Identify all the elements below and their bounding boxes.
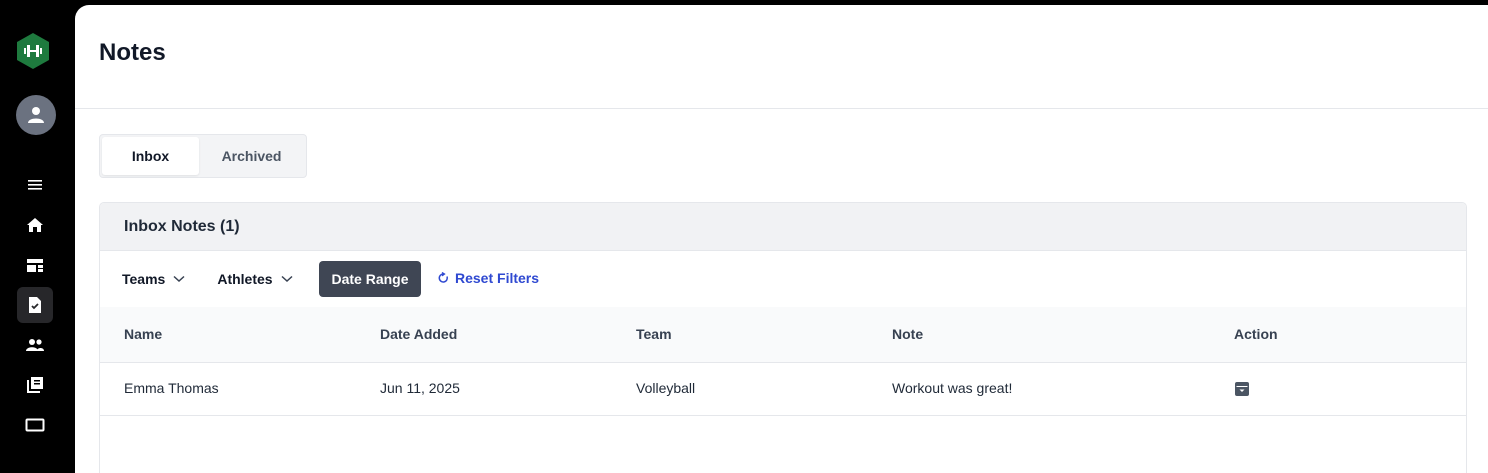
tab-archived[interactable]: Archived [199, 137, 304, 175]
card-title: Inbox Notes (1) [100, 203, 1466, 251]
sidebar-item-home[interactable] [17, 207, 53, 243]
app-logo[interactable] [16, 33, 50, 69]
sidebar-item-notes[interactable] [17, 287, 53, 323]
chevron-down-icon [173, 275, 185, 283]
filter-bar: Teams Athletes Date Range Reset Filters [100, 251, 1466, 307]
home-icon [27, 218, 43, 232]
notes-icon [29, 297, 41, 313]
athletes-filter-dropdown[interactable]: Athletes [217, 271, 293, 287]
sidebar-item-library[interactable] [17, 367, 53, 403]
person-icon [28, 107, 44, 123]
inbox-notes-card: Inbox Notes (1) Teams Athletes Date Rang… [99, 202, 1467, 473]
chevron-down-icon [281, 275, 293, 283]
sidebar-item-menu[interactable] [17, 167, 53, 203]
column-header-action: Action [1234, 326, 1278, 342]
column-header-name[interactable]: Name [124, 326, 162, 342]
tablet-icon [25, 418, 45, 432]
user-avatar[interactable] [16, 95, 56, 135]
table-row[interactable]: Emma Thomas Jun 11, 2025 Volleyball Work… [100, 363, 1466, 416]
menu-icon [28, 180, 42, 190]
sidebar-item-dashboard[interactable] [17, 247, 53, 283]
reset-filters-link[interactable]: Reset Filters [438, 270, 539, 286]
cell-note: Workout was great! [892, 380, 1013, 396]
people-icon [26, 339, 44, 351]
tab-inbox[interactable]: Inbox [102, 137, 200, 175]
date-range-button[interactable]: Date Range [319, 261, 421, 297]
sidebar [0, 0, 75, 473]
teams-filter-dropdown[interactable]: Teams [122, 271, 185, 287]
archive-button[interactable] [1234, 381, 1250, 397]
cell-name: Emma Thomas [124, 380, 219, 396]
refresh-icon [438, 272, 449, 283]
column-header-date-added[interactable]: Date Added [380, 326, 457, 342]
column-header-note[interactable]: Note [892, 326, 923, 342]
page-title: Notes [99, 39, 166, 66]
tab-group: Inbox Archived [99, 134, 307, 178]
table-header: Name Date Added Team Note Action [100, 307, 1466, 363]
athletes-filter-label: Athletes [217, 271, 273, 287]
sidebar-item-tablet[interactable] [17, 407, 53, 443]
library-icon [27, 377, 43, 393]
cell-date-added: Jun 11, 2025 [380, 380, 460, 396]
archive-icon [1235, 382, 1249, 396]
column-header-team[interactable]: Team [636, 326, 672, 342]
cell-team: Volleyball [636, 380, 696, 396]
main-content: Notes Inbox Archived Inbox Notes (1) Tea… [75, 5, 1488, 473]
page-header: Notes [75, 5, 1488, 109]
dashboard-icon [27, 259, 43, 272]
sidebar-item-people[interactable] [17, 327, 53, 363]
reset-filters-label: Reset Filters [455, 270, 540, 286]
teams-filter-label: Teams [122, 271, 166, 287]
